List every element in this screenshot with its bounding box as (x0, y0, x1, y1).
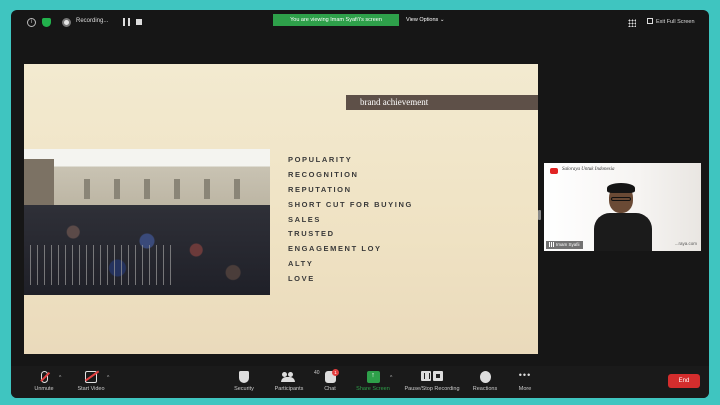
security-label: Security (234, 386, 254, 392)
participant-name-label: Imam Syafii (546, 241, 583, 249)
start-video-label: Start Video (77, 386, 105, 392)
participants-button[interactable]: Participants (267, 371, 311, 392)
slide-bullet-list: POPULARITY RECOGNITION REPUTATION SHORT … (288, 153, 413, 287)
photo-column (144, 179, 150, 199)
youtube-logo-icon (550, 168, 558, 174)
participant-glasses (611, 197, 631, 201)
start-video-button[interactable]: Start Video (71, 371, 111, 392)
more-label: More (518, 386, 532, 392)
shared-screen-slide: brand achievement POPULARITY RECOGNITION… (24, 64, 538, 354)
security-button[interactable]: Security (229, 371, 259, 392)
video-options-chevron-icon[interactable]: ^ (107, 375, 109, 381)
participant-body (594, 213, 652, 251)
photo-column (114, 179, 120, 199)
reactions-label: Reactions (472, 386, 498, 392)
photo-column (204, 179, 210, 199)
photo-column (84, 179, 90, 199)
participant-figure (592, 183, 652, 251)
slide-list-item: SALES (288, 214, 322, 224)
share-screen-label: Share Screen (356, 386, 390, 392)
slide-title-bar: brand achievement (346, 95, 538, 110)
slide-list-item: TRUSTED (288, 229, 335, 239)
end-meeting-button[interactable]: End (668, 374, 700, 388)
pause-recording-icon[interactable] (123, 18, 130, 26)
unmute-label: Unmute (34, 386, 54, 392)
crowd-photo (24, 149, 270, 295)
recording-status: Recording... (76, 18, 109, 24)
pause-stop-recording-button[interactable]: Pause/Stop Recording (400, 371, 464, 392)
slide-list-item: LOVE (288, 274, 315, 284)
signal-bars-icon (549, 242, 554, 247)
photo-column (234, 179, 240, 199)
slide-list-item: ENGAGEMENT LOY (288, 244, 382, 254)
more-dots-icon: ••• (518, 370, 532, 380)
pause-stop-recording-label: Pause/Stop Recording (404, 386, 460, 392)
chat-label: Chat (324, 386, 336, 392)
photo-column (174, 179, 180, 199)
participant-name: Imam Syafii (556, 242, 580, 247)
more-button[interactable]: ••• More (511, 370, 539, 393)
participant-hat (607, 183, 635, 193)
slide-list-item: SHORT CUT FOR BUYING (288, 199, 413, 209)
slide-title: brand achievement (360, 97, 429, 107)
split-view-handle[interactable] (538, 210, 541, 220)
muted-microphone-icon (40, 371, 48, 383)
viewing-screen-banner: You are viewing Imam Syafi'i's screen (273, 14, 399, 26)
video-off-icon (85, 371, 97, 383)
slide-list-item: POPULARITY (288, 155, 353, 164)
share-screen-button[interactable]: ↑ Share Screen (353, 371, 393, 392)
participant-video-tile[interactable]: Saloraya Untuk Indonesia ...raya.com Ima… (544, 163, 701, 251)
share-screen-icon: ↑ (366, 371, 380, 383)
share-options-chevron-icon[interactable]: ^ (390, 375, 392, 381)
encryption-shield-icon[interactable] (42, 18, 51, 27)
unmute-button[interactable]: Unmute (27, 371, 61, 392)
chat-button[interactable]: Chat (316, 371, 344, 392)
photo-fence (24, 245, 174, 285)
slide-list-item: REPUTATION (288, 184, 352, 194)
reaction-emoji-icon (479, 371, 491, 383)
participants-icon (281, 371, 296, 383)
recording-dot-icon (62, 18, 71, 27)
shield-icon (239, 371, 249, 383)
reactions-button[interactable]: Reactions (468, 371, 502, 392)
view-options-button[interactable]: View Options ⌄ (406, 14, 444, 26)
exit-fullscreen-button[interactable]: Exit Full Screen (647, 16, 695, 28)
participants-label: Participants (274, 386, 304, 392)
zoom-window: i Recording... You are viewing Imam Syaf… (11, 10, 709, 398)
info-icon[interactable]: i (27, 18, 36, 27)
audio-options-chevron-icon[interactable]: ^ (59, 375, 61, 381)
top-bar: i Recording... You are viewing Imam Syaf… (11, 10, 709, 36)
chat-unread-badge: 1 (332, 369, 339, 376)
pause-stop-icon (421, 371, 443, 383)
meeting-toolbar: Unmute ^ Start Video ^ Security Particip… (11, 366, 709, 398)
slide-list-item: RECOGNITION (288, 169, 359, 179)
video-url-text: ...raya.com (674, 241, 697, 246)
exit-fullscreen-icon (647, 18, 653, 24)
slide-list-item: ALTY (288, 259, 314, 269)
gallery-grid-icon[interactable] (628, 19, 636, 27)
stop-recording-icon[interactable] (136, 19, 142, 25)
exit-fullscreen-label: Exit Full Screen (656, 19, 695, 25)
video-caption: Saloraya Untuk Indonesia (562, 167, 615, 172)
